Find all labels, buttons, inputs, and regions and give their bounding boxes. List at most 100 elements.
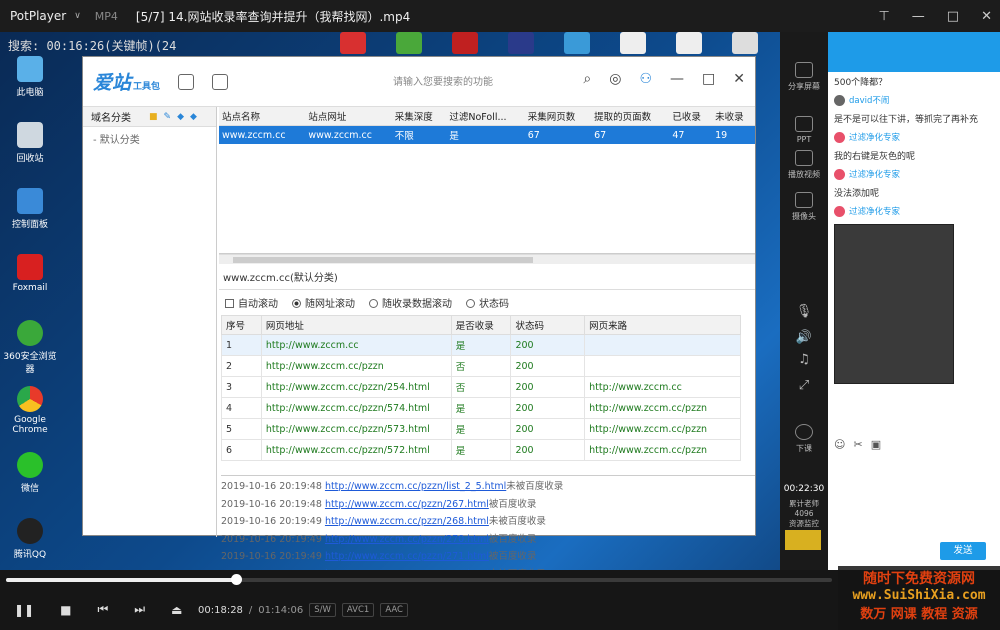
scroll-thumb[interactable] (233, 257, 533, 263)
url-cell: 5 (221, 418, 262, 440)
mic-icon[interactable]: 🎙 (780, 304, 828, 319)
maximize-icon[interactable]: □ (947, 9, 959, 24)
horizontal-scrollbar[interactable] (219, 254, 755, 264)
site-column-header[interactable]: 站点网址 (305, 107, 392, 126)
url-column-header[interactable]: 是否收录 (450, 315, 512, 335)
close-icon[interactable]: ✕ (981, 9, 992, 24)
url-row[interactable]: 2 http://www.zccm.cc/pzzn 否 200 (221, 355, 741, 377)
desktop-icon-360[interactable]: 360安全浏览器 (0, 320, 60, 375)
log-link[interactable]: http://www.zccm.cc/pzzn/list_2_5.html (325, 481, 506, 492)
move-down-icon[interactable]: ◆ (190, 112, 197, 122)
desktop-icon-foxmail[interactable]: Foxmail (0, 254, 60, 293)
tag-video-codec[interactable]: AVC1 (341, 603, 375, 617)
home-icon[interactable] (178, 73, 195, 90)
video-frame[interactable]: 搜索: 00:16:26(关键帧)(24 此电脑 回收站 控制面板 Foxmai… (0, 32, 1000, 570)
app-menu-chevron-icon[interactable]: ∨ (74, 11, 81, 21)
minimize-icon[interactable]: — (670, 71, 684, 87)
site-column-header[interactable]: 采集深度 (391, 107, 447, 126)
avatar[interactable] (834, 94, 845, 106)
camera-icon (795, 192, 813, 208)
url-row[interactable]: 3 http://www.zccm.cc/pzzn/254.html 否 200 htt… (221, 376, 741, 398)
desktop-icon-wechat[interactable]: 微信 (0, 452, 60, 494)
url-column-header[interactable]: 状态码 (510, 315, 586, 335)
move-up-icon[interactable]: ◆ (177, 112, 184, 122)
feature-search-input[interactable]: 请输入您要搜索的功能 (393, 73, 493, 88)
previous-icon[interactable]: ⏮ (97, 602, 108, 617)
pin-tool-icon[interactable] (212, 73, 229, 90)
speaker-icon[interactable]: 🔊 (780, 330, 828, 345)
desktop-icon-chrome[interactable]: Google Chrome (0, 386, 60, 435)
url-row[interactable]: 5 http://www.zccm.cc/pzzn/573.html 是 200 htt… (221, 418, 741, 440)
scissors-icon[interactable]: ✂ (853, 438, 862, 451)
tag-audio-codec[interactable]: AAC (380, 603, 408, 617)
radio-status-code[interactable]: 状态码 (466, 295, 509, 310)
user-icon[interactable]: ⚇ (639, 71, 652, 87)
pin-icon[interactable]: ⊤ (878, 9, 889, 24)
desktop-icon-control-panel[interactable]: 控制面板 (0, 188, 60, 230)
image-icon[interactable]: ▣ (871, 438, 881, 451)
tag-sw[interactable]: S/W (309, 603, 336, 617)
seek-bar[interactable] (6, 574, 832, 585)
end-class-button[interactable]: 下课 (780, 424, 828, 454)
radio-index-scroll[interactable]: 随收录数据滚动 (369, 295, 452, 310)
next-icon[interactable]: ⏭ (134, 602, 145, 617)
site-column-header[interactable]: 采集网页数 (524, 107, 592, 126)
desktop-icon-qq[interactable]: 腾讯QQ (0, 518, 60, 560)
play-video-button[interactable]: 播放视频 (780, 150, 828, 180)
site-column-header[interactable]: 已收录 (669, 107, 713, 126)
url-column-header[interactable]: 序号 (221, 315, 262, 335)
site-column-header[interactable]: 未收录 (712, 107, 755, 126)
close-icon[interactable]: ✕ (733, 71, 745, 87)
edit-icon[interactable]: ✎ (164, 112, 172, 122)
url-row[interactable]: 6 http://www.zccm.cc/pzzn/572.html 是 200 htt… (221, 439, 741, 461)
pause-icon[interactable]: ❚❚ (14, 603, 34, 617)
avatar[interactable] (834, 205, 845, 217)
share-screen-button[interactable]: 分享屏幕 (780, 62, 828, 92)
avatar[interactable] (834, 131, 845, 143)
url-cell: 3 (221, 376, 262, 398)
auto-scroll-checkbox[interactable]: 自动滚动 (225, 295, 278, 310)
ppt-button[interactable]: PPT (780, 116, 828, 144)
chat-sender: 过滤净化专家 (828, 128, 1000, 146)
search-icon[interactable]: ⌕ (583, 71, 591, 87)
add-folder-icon[interactable]: ■ (149, 112, 158, 122)
fullscreen-icon[interactable]: ⤢ (780, 378, 828, 393)
site-column-header[interactable]: 提取的页面数 (591, 107, 670, 126)
sidebar-item-default[interactable]: - 默认分类 (83, 127, 216, 150)
app-icon (340, 32, 366, 54)
desktop-icon-computer[interactable]: 此电脑 (0, 56, 60, 98)
stop-icon[interactable]: ■ (60, 603, 71, 617)
url-column-header[interactable]: 网页来路 (584, 315, 741, 335)
url-cell: 200 (510, 376, 586, 398)
url-row[interactable]: 1 http://www.zccm.cc 是 200 (221, 334, 741, 356)
minimize-icon[interactable]: — (912, 9, 925, 24)
transport-buttons: ❚❚ ■ ⏮ ⏭ ⏏ (14, 602, 182, 617)
seek-handle[interactable] (231, 574, 243, 585)
maximize-icon[interactable]: □ (702, 71, 715, 87)
avatar[interactable] (834, 168, 845, 180)
skin-icon[interactable]: ◎ (609, 71, 621, 87)
emoji-icon[interactable]: ☺ (834, 438, 845, 451)
eject-icon[interactable]: ⏏ (171, 603, 182, 617)
chat-image[interactable] (834, 224, 954, 384)
site-column-header[interactable]: 过滤NoFoll... (446, 107, 525, 126)
url-column-header[interactable]: 网页地址 (260, 315, 452, 335)
log-link[interactable]: http://www.zccm.cc/pzzn/270.html (325, 534, 489, 545)
app-name[interactable]: PotPlayer (0, 9, 74, 23)
send-button[interactable]: 发送 (940, 542, 986, 560)
sidebar-tools: ■ ✎ ◆ ◆ (149, 112, 197, 122)
site-cell: 47 (669, 125, 713, 144)
music-icon[interactable]: ♫ (780, 352, 828, 367)
crawl-log: 2019-10-16 20:19:48 http://www.zccm.cc/p… (221, 475, 755, 570)
log-link[interactable]: http://www.zccm.cc/pzzn/267.html (325, 499, 489, 510)
log-link[interactable]: http://www.zccm.cc/pzzn/268.html (325, 516, 489, 527)
desktop-icon-recycle[interactable]: 回收站 (0, 122, 60, 164)
url-row[interactable]: 4 http://www.zccm.cc/pzzn/574.html 是 200 htt… (221, 397, 741, 419)
site-column-header[interactable]: 站点名称 (219, 107, 306, 126)
time-display: 00:18:28 / 01:14:06 S/W AVC1 AAC (198, 603, 408, 617)
log-line: 2019-10-16 20:19:49 http://www.zccm.cc/p… (221, 516, 546, 527)
radio-url-scroll[interactable]: 随网址滚动 (292, 295, 355, 310)
log-link[interactable]: http://www.zccm.cc/pzzn/271.html (325, 551, 489, 562)
camera-button[interactable]: 摄像头 (780, 192, 828, 222)
site-row[interactable]: www.zccm.cc www.zccm.cc 不限是 67 67 47 19 (219, 125, 755, 144)
